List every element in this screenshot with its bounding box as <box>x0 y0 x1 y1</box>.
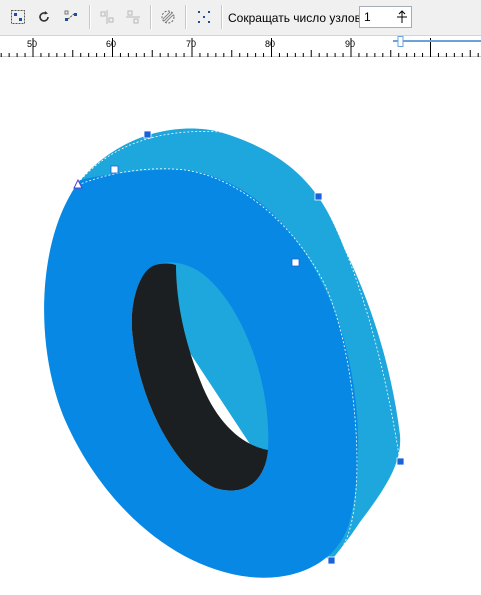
ruler-label: 80 <box>265 39 276 49</box>
reduce-nodes-label: Сокращать число узлов <box>228 11 361 25</box>
reflect-nodes-icon[interactable] <box>60 6 82 28</box>
ruler-label: 70 <box>186 39 197 49</box>
rotate-nodes-icon[interactable] <box>33 6 55 28</box>
node-handle[interactable] <box>291 258 300 267</box>
align-horizontal-icon[interactable] <box>96 6 118 28</box>
node-handle[interactable] <box>396 457 405 466</box>
node-handle[interactable] <box>110 165 119 174</box>
toolbar-separator <box>89 5 91 29</box>
elastic-mode-icon[interactable] <box>157 6 179 28</box>
ruler-label: 50 <box>27 39 38 49</box>
select-all-nodes-grid-icon[interactable] <box>193 6 215 28</box>
reduce-nodes-input[interactable]: 1 <box>359 6 412 28</box>
horizontal-ruler: 50 60 70 80 90 <box>0 36 481 57</box>
drawing-canvas[interactable] <box>0 57 481 595</box>
property-bar: Сокращать число узлов 1 <box>0 0 481 36</box>
node-handle[interactable] <box>327 556 336 565</box>
node-handle[interactable] <box>314 192 323 201</box>
align-vertical-icon[interactable] <box>122 6 144 28</box>
toolbar-separator <box>221 5 223 29</box>
toolbar-separator <box>150 5 152 29</box>
horizontal-scrollbar[interactable] <box>393 36 481 50</box>
ruler-label: 90 <box>345 39 356 49</box>
reduce-nodes-value[interactable]: 1 <box>364 10 371 24</box>
select-all-nodes-icon[interactable] <box>7 6 29 28</box>
spinner-icon[interactable] <box>395 9 409 25</box>
toolbar-separator <box>185 5 187 29</box>
ruler-label: 60 <box>106 39 117 49</box>
node-handle[interactable] <box>143 130 152 139</box>
